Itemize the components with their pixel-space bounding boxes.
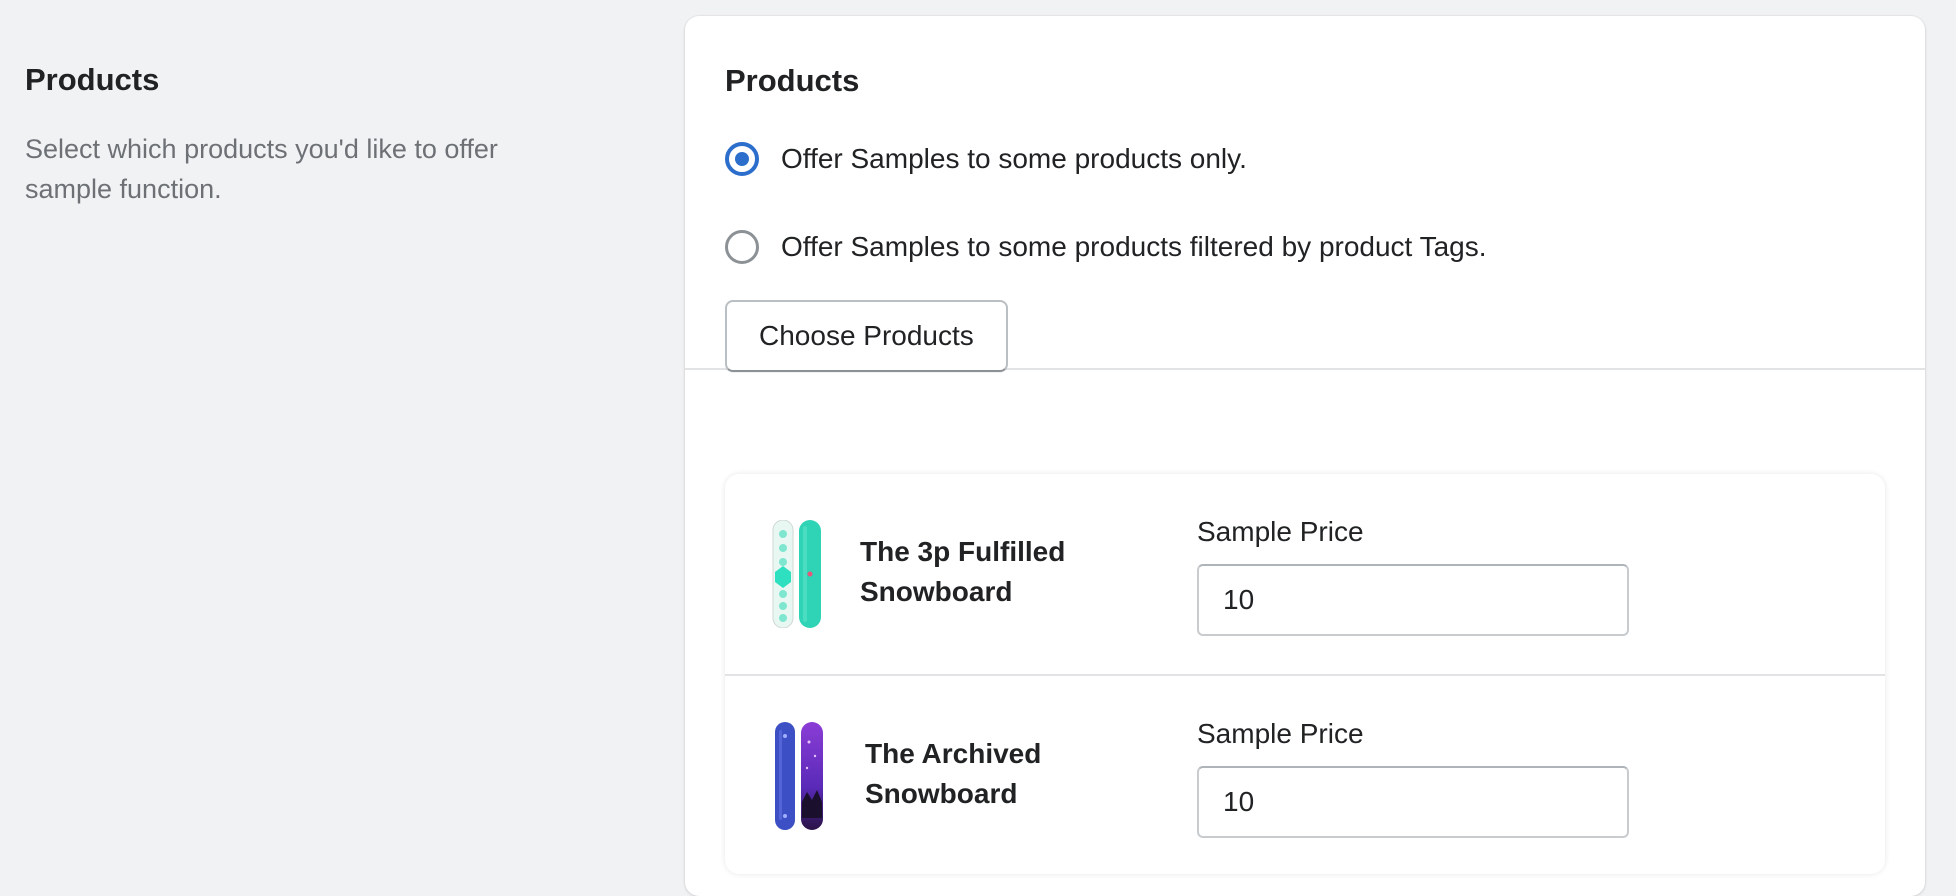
snowboard-teal-icon <box>772 520 821 628</box>
snowboard-purple-icon <box>775 722 823 830</box>
radio-button-unchecked-icon[interactable] <box>725 230 759 264</box>
products-card: Products Offer Samples to some products … <box>685 16 1925 896</box>
section-title: Products <box>25 62 160 97</box>
section-description: Products Select which products you'd lik… <box>25 55 565 209</box>
choose-products-button[interactable]: Choose Products <box>725 300 1008 372</box>
sample-price-label: Sample Price <box>1197 516 1364 547</box>
list-item: The Archived Snowboard Sample Price <box>725 674 1885 874</box>
sample-price-input[interactable] <box>1197 564 1629 636</box>
radio-option-some-products[interactable]: Offer Samples to some products only. <box>725 134 1885 184</box>
radio-label: Offer Samples to some products only. <box>781 143 1247 174</box>
sample-price-input[interactable] <box>1197 766 1629 838</box>
selected-products-list: The 3p Fulfilled Snowboard Sample Price <box>725 474 1885 874</box>
sample-price-label: Sample Price <box>1197 718 1364 749</box>
products-options-section: Products Offer Samples to some products … <box>685 16 1925 372</box>
radio-button-checked-icon[interactable] <box>725 142 759 176</box>
radio-option-product-tags[interactable]: Offer Samples to some products filtered … <box>725 222 1885 272</box>
section-subtitle: Select which products you'd like to offe… <box>25 134 498 204</box>
radio-label: Offer Samples to some products filtered … <box>781 231 1487 262</box>
card-title: Products <box>725 63 860 98</box>
product-name: The 3p Fulfilled Snowboard <box>860 536 1066 607</box>
product-name: The Archived Snowboard <box>865 738 1042 809</box>
list-item: The 3p Fulfilled Snowboard Sample Price <box>725 474 1885 674</box>
